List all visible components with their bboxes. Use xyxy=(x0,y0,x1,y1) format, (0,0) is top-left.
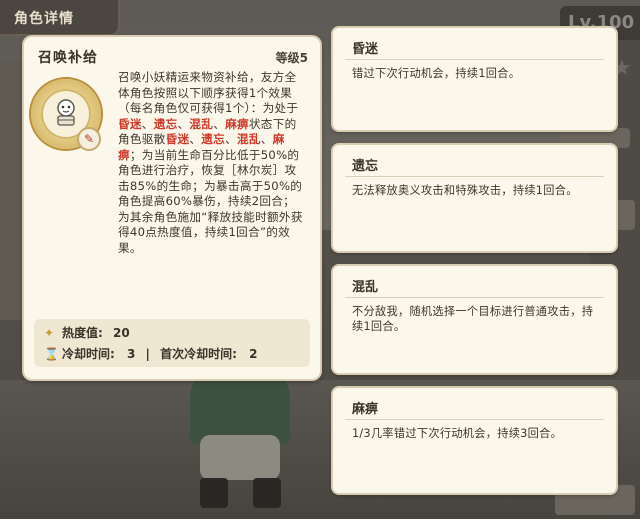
divider xyxy=(345,176,604,177)
status-name: 遗忘 xyxy=(352,159,379,174)
heat-label: 热度值: xyxy=(62,326,103,340)
status-card-forget: 遗忘 无法释放奥义攻击和特殊攻击，持续1回合。 xyxy=(333,145,616,251)
page-title: 角色详情 xyxy=(14,11,74,27)
status-keyword: 昏迷 xyxy=(118,116,142,131)
heat-value: 20 xyxy=(113,326,130,340)
description-text: 、 xyxy=(177,116,190,131)
cooldown-label: 冷却时间: xyxy=(62,347,115,361)
first-cooldown-label: 首次冷却时间: xyxy=(160,347,237,361)
separator: | xyxy=(145,347,150,361)
flame-icon: ✦ xyxy=(44,326,55,340)
skill-icon: ✎ xyxy=(31,79,101,149)
wrench-icon: ✎ xyxy=(79,129,99,149)
status-keyword: 遗忘 xyxy=(153,116,178,131)
hourglass-icon: ⌛ xyxy=(44,347,59,361)
divider xyxy=(345,59,604,60)
status-card-paralysis: 麻痹 1/3几率错过下次行动机会，持续3回合。 xyxy=(333,388,616,493)
status-keyword: 混乱 xyxy=(189,116,214,131)
status-name: 昏迷 xyxy=(352,42,379,57)
cooldown-row: ⌛ 冷却时间: 3 | 首次冷却时间: 2 xyxy=(44,345,257,362)
status-card-stun: 昏迷 错过下次行动机会，持续1回合。 xyxy=(333,28,616,130)
status-description: 不分敌我，随机选择一个目标进行普通攻击，持续1回合。 xyxy=(352,305,594,333)
summon-supply-icon xyxy=(57,99,75,126)
divider xyxy=(345,419,604,420)
status-keyword: 遗忘 xyxy=(201,132,226,146)
skill-level: 等级5 xyxy=(275,51,308,65)
cooldown-value: 3 xyxy=(127,347,136,361)
skill-stats: ✦ 热度值: 20 ⌛ 冷却时间: 3 | 首次冷却时间: 2 xyxy=(34,319,310,367)
status-keyword: 麻痹 xyxy=(225,116,249,131)
first-cooldown-value: 2 xyxy=(249,347,258,361)
status-name: 麻痹 xyxy=(352,402,379,417)
status-description: 1/3几率错过下次行动机会，持续3回合。 xyxy=(352,427,563,440)
page-header: 角色详情 xyxy=(0,0,120,36)
status-name: 混乱 xyxy=(352,280,379,295)
skill-name: 召唤补给 xyxy=(38,50,98,66)
description-text: 、 xyxy=(260,132,273,146)
character-sprite xyxy=(165,375,315,519)
status-keyword: 混乱 xyxy=(236,132,261,146)
description-text: 、 xyxy=(225,132,237,146)
description-text: 、 xyxy=(189,132,202,146)
skill-detail-card: 召唤补给 等级5 ✎ 召唤小妖精运来物资补给，友方全体角色按照以下顺序获得1个效… xyxy=(24,37,320,379)
heat-row: ✦ 热度值: 20 xyxy=(44,324,130,341)
status-card-confusion: 混乱 不分敌我，随机选择一个目标进行普通攻击，持续1回合。 xyxy=(333,266,616,373)
skill-description: 召唤小妖精运来物资补给，友方全体角色按照以下顺序获得1个效果（每名角色仅可获得1… xyxy=(118,70,304,256)
status-description: 无法释放奥义攻击和特殊攻击，持续1回合。 xyxy=(352,184,578,197)
divider xyxy=(345,297,604,298)
description-text: 、 xyxy=(141,116,154,131)
status-keyword: 昏迷 xyxy=(165,132,190,146)
description-text: 召唤小妖精运来物资补给，友方全体角色按照以下顺序获得1个效果（每名角色仅可获得1… xyxy=(118,70,299,115)
status-description: 错过下次行动机会，持续1回合。 xyxy=(352,67,521,80)
description-text: ；为当前生命百分比低于50%的角色进行治疗，恢复［林尔炭］攻击85%的生命；为暴… xyxy=(118,147,303,255)
description-text: 、 xyxy=(213,116,226,131)
